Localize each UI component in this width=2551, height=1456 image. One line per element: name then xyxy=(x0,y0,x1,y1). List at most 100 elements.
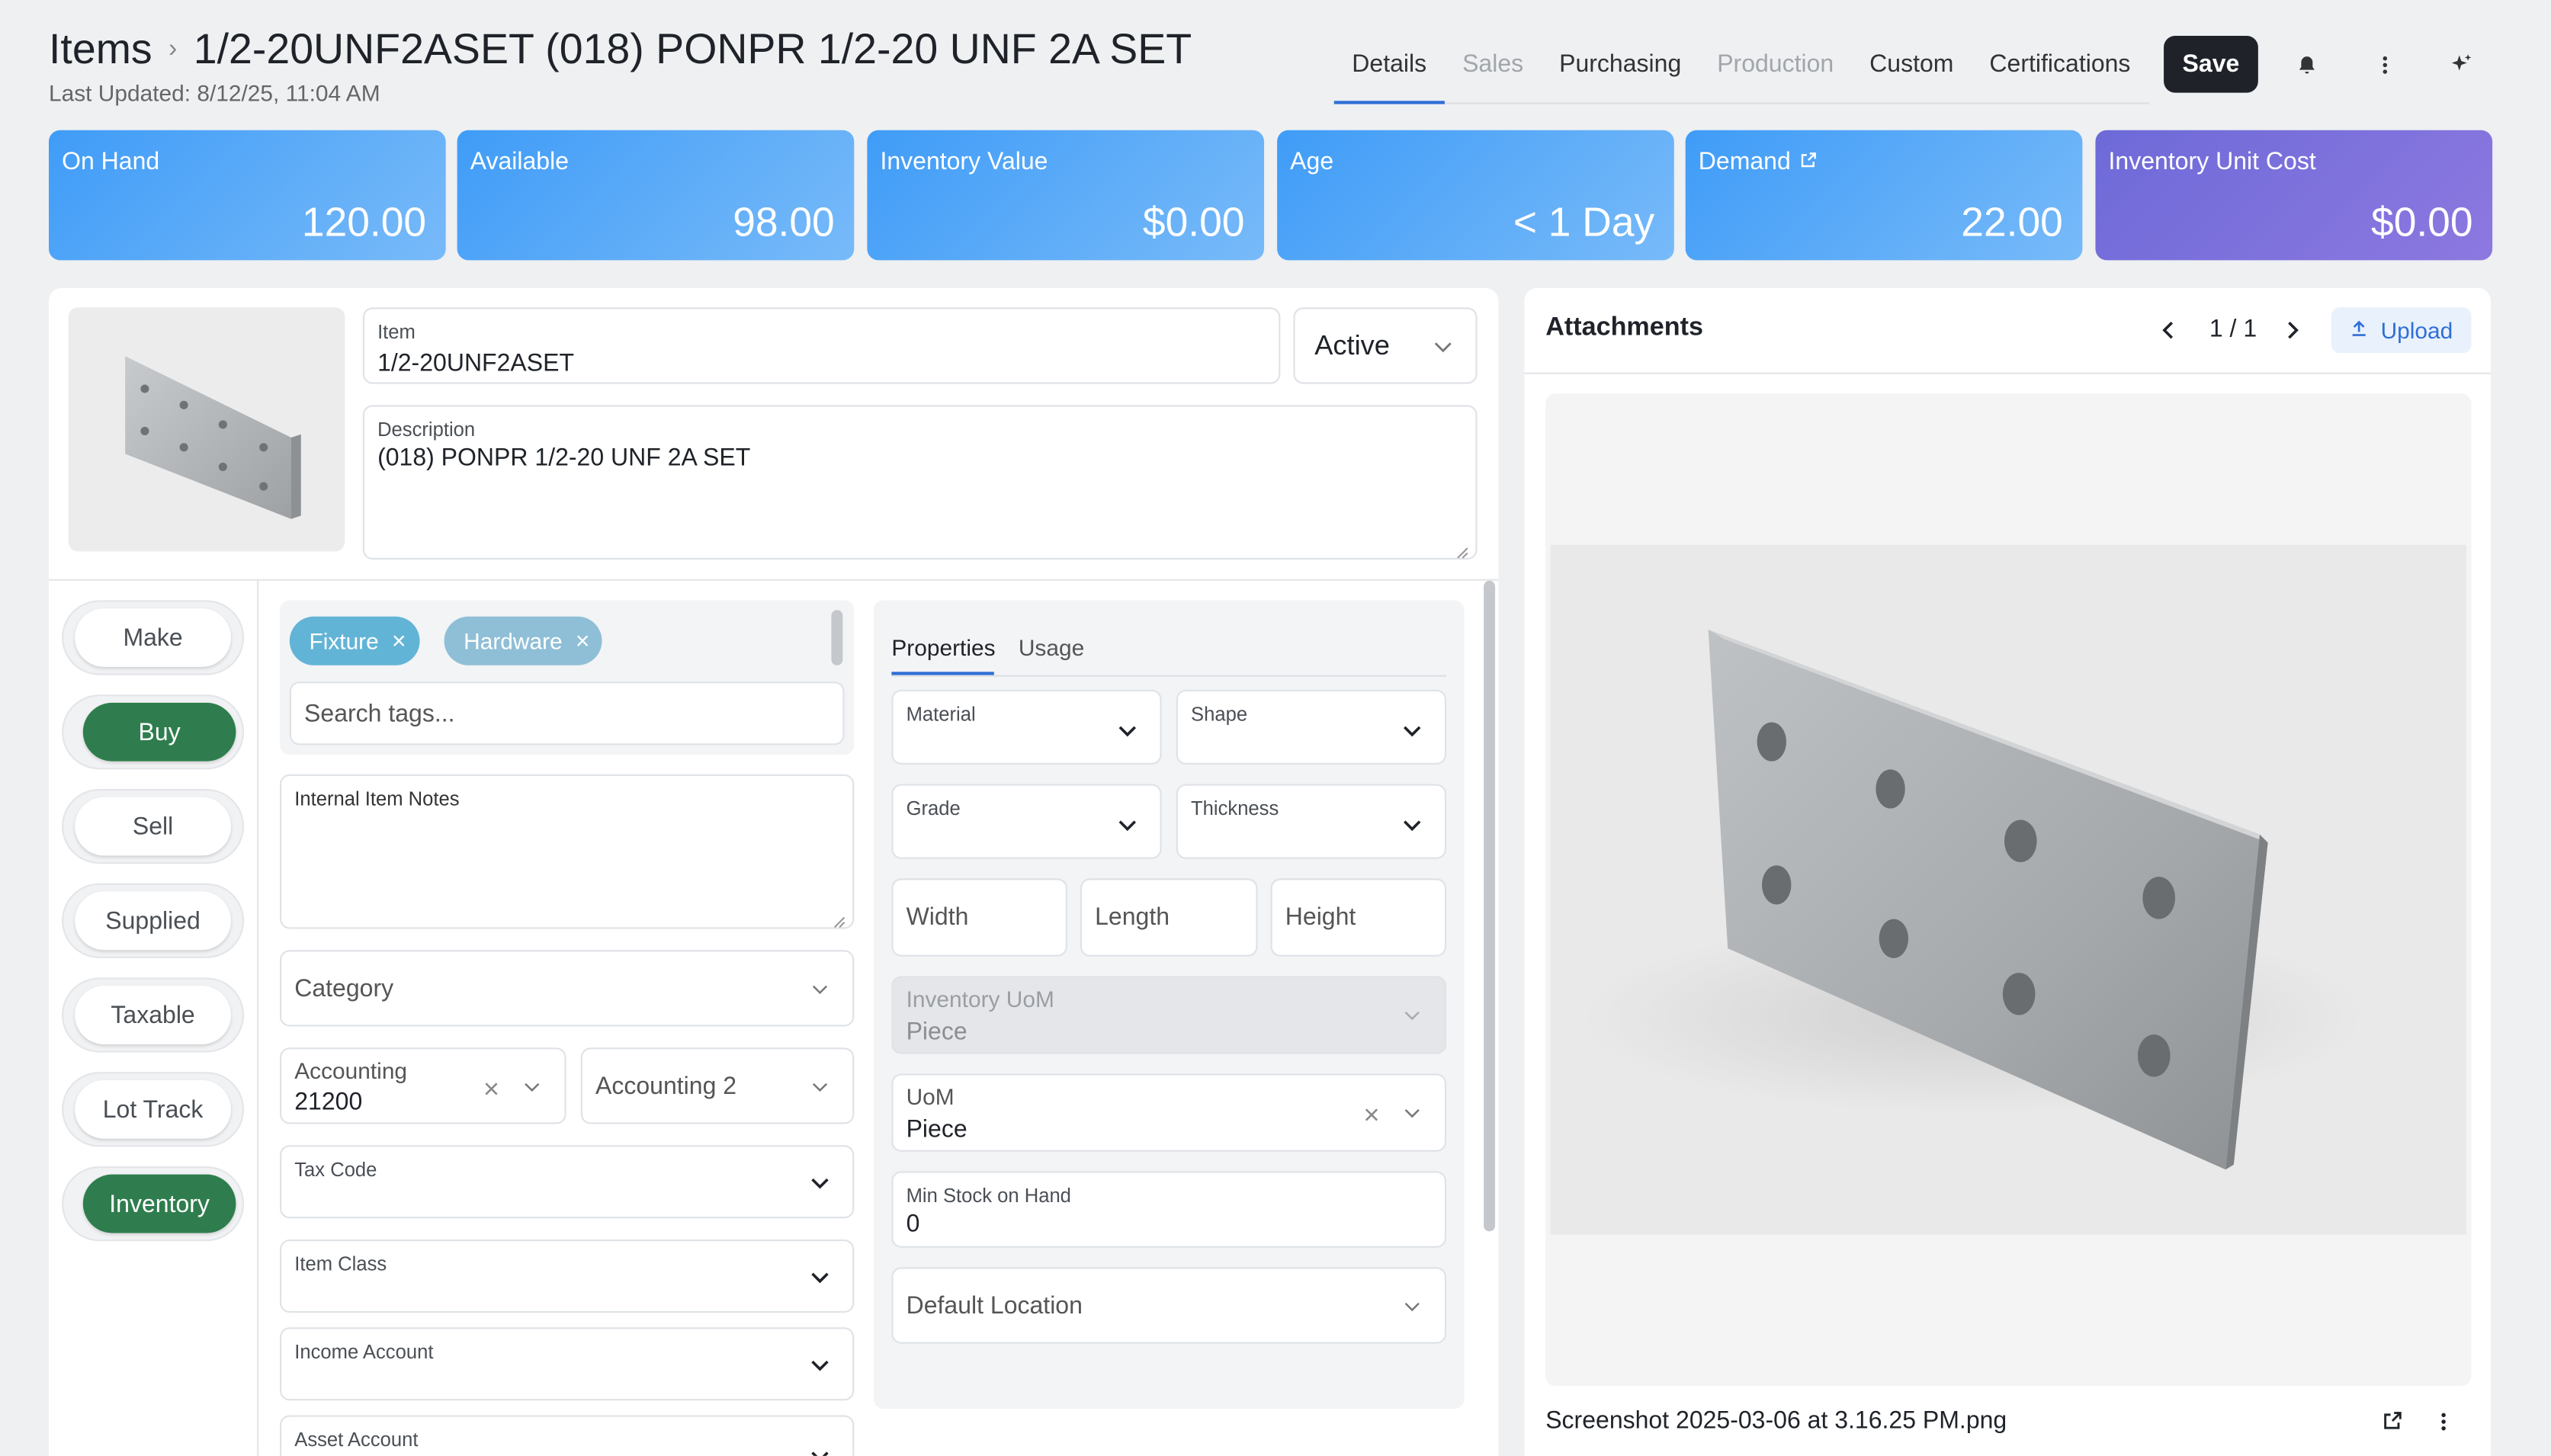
grade-select[interactable]: Grade xyxy=(891,784,1162,859)
breadcrumb-items-link[interactable]: Items xyxy=(49,24,152,75)
stat-label: Available xyxy=(470,148,570,176)
tag-label: Fixture xyxy=(309,627,379,654)
save-button[interactable]: Save xyxy=(2164,35,2258,93)
chevron-down-icon xyxy=(1115,812,1141,838)
status-select[interactable]: Active xyxy=(1293,307,1478,384)
uom-select[interactable]: UoM Piece × xyxy=(891,1073,1447,1152)
tab-purchasing[interactable]: Purchasing xyxy=(1542,36,1699,104)
item-thumbnail[interactable] xyxy=(68,307,345,552)
stat-value: 22.00 xyxy=(1961,200,2063,246)
chevron-down-icon xyxy=(807,1263,833,1289)
toggle-inventory[interactable]: Inventory xyxy=(62,1166,245,1242)
toggle-label: Taxable xyxy=(75,986,232,1044)
tag-search-input[interactable]: Search tags... xyxy=(289,681,845,746)
accounting-select[interactable]: Accounting 21200 × xyxy=(280,1047,566,1124)
internal-notes-field[interactable]: Internal Item Notes xyxy=(280,774,855,929)
min-stock-input[interactable]: Min Stock on Hand 0 xyxy=(891,1171,1447,1248)
toggle-label: Inventory xyxy=(82,1174,236,1233)
tab-production[interactable]: Production xyxy=(1699,36,1852,104)
tax-code-label: Tax Code xyxy=(294,1158,377,1182)
attachment-file-name: Screenshot 2025-03-06 at 3.16.25 PM.png xyxy=(1545,1406,2007,1435)
remove-tag-icon[interactable]: × xyxy=(392,627,406,655)
accounting-value: 21200 xyxy=(294,1088,363,1116)
item-id-value: 1/2-20UNF2ASET xyxy=(377,349,575,378)
more-vertical-icon[interactable] xyxy=(2369,49,2402,82)
category-placeholder: Category xyxy=(294,974,394,1002)
thickness-select[interactable]: Thickness xyxy=(1176,784,1447,859)
last-updated-text: Last Updated: 8/12/25, 11:04 AM xyxy=(49,79,380,106)
bell-icon[interactable] xyxy=(2291,49,2324,82)
tab-details[interactable]: Details xyxy=(1333,36,1445,104)
clear-icon[interactable]: × xyxy=(483,1073,499,1106)
remove-tag-icon[interactable]: × xyxy=(576,627,590,655)
resize-handle-icon[interactable] xyxy=(1456,538,1469,559)
toggle-label: Buy xyxy=(82,702,236,762)
chevron-right-icon[interactable] xyxy=(2280,317,2306,343)
length-input[interactable]: Length xyxy=(1080,878,1258,957)
tab-usage[interactable]: Usage xyxy=(1019,634,1084,660)
toggle-label: Sell xyxy=(75,797,232,856)
toggle-make[interactable]: Make xyxy=(62,600,245,675)
accounting-2-placeholder: Accounting 2 xyxy=(595,1072,737,1100)
clear-icon[interactable]: × xyxy=(1363,1100,1379,1133)
stat-label: Demand xyxy=(1699,148,1817,175)
tag-chip[interactable]: Hardware × xyxy=(444,616,603,665)
material-label: Material xyxy=(906,702,976,726)
tab-certifications[interactable]: Certifications xyxy=(1972,36,2148,104)
external-link-icon[interactable] xyxy=(1799,148,1816,175)
breadcrumb: Items › 1/2-20UNF2ASET (018) PONPR 1/2-2… xyxy=(49,24,1192,75)
stat-value: $0.00 xyxy=(2371,200,2473,246)
chevron-left-icon[interactable] xyxy=(2155,317,2181,343)
stat-label: On Hand xyxy=(62,148,160,176)
accounting-2-select[interactable]: Accounting 2 xyxy=(580,1047,855,1124)
default-location-select[interactable]: Default Location xyxy=(891,1267,1447,1344)
stat-label: Inventory Unit Cost xyxy=(2108,148,2316,176)
page-title: 1/2-20UNF2ASET (018) PONPR 1/2-20 UNF 2A… xyxy=(193,24,1192,74)
inventory-uom-select: Inventory UoM Piece xyxy=(891,976,1447,1054)
tax-code-select[interactable]: Tax Code xyxy=(280,1145,855,1219)
category-select[interactable]: Category xyxy=(280,950,855,1027)
toggle-taxable[interactable]: Taxable xyxy=(62,977,245,1053)
toggle-lot-track[interactable]: Lot Track xyxy=(62,1072,245,1147)
resize-handle-icon[interactable] xyxy=(833,908,846,928)
toggle-buy[interactable]: Buy xyxy=(62,694,245,770)
item-id-field[interactable]: Item 1/2-20UNF2ASET xyxy=(362,307,1281,384)
attachments-title: Attachments xyxy=(1545,313,1703,342)
toggle-sell[interactable]: Sell xyxy=(62,788,245,864)
thickness-label: Thickness xyxy=(1191,797,1279,820)
chevron-down-icon xyxy=(1399,717,1425,743)
tab-properties[interactable]: Properties xyxy=(891,634,995,660)
description-value: (018) PONPR 1/2-20 UNF 2A SET xyxy=(377,444,751,472)
chevron-down-icon xyxy=(519,1073,545,1098)
detail-tabs: Details Sales Purchasing Production Cust… xyxy=(1333,36,2148,104)
width-input[interactable]: Width xyxy=(891,878,1067,957)
upload-label: Upload xyxy=(2380,317,2453,344)
uom-value: Piece xyxy=(906,1115,967,1144)
tags-scrollbar[interactable] xyxy=(831,610,843,665)
attachment-preview[interactable] xyxy=(1545,393,2472,1387)
accounting-label: Accounting xyxy=(294,1057,408,1084)
description-field[interactable]: Description (018) PONPR 1/2-20 UNF 2A SE… xyxy=(362,405,1478,560)
tab-custom[interactable]: Custom xyxy=(1852,36,1972,104)
material-select[interactable]: Material xyxy=(891,689,1162,765)
shape-label: Shape xyxy=(1191,702,1248,726)
sparkles-icon[interactable] xyxy=(2445,49,2478,82)
more-vertical-icon[interactable] xyxy=(2432,1410,2455,1433)
upload-button[interactable]: Upload xyxy=(2331,307,2472,354)
length-placeholder: Length xyxy=(1095,903,1170,932)
divider xyxy=(1524,372,2492,374)
attachment-page-indicator: 1 / 1 xyxy=(2209,315,2257,344)
tag-chip[interactable]: Fixture × xyxy=(289,616,419,665)
divider xyxy=(49,579,1499,581)
stat-card-demand[interactable]: Demand 22.00 xyxy=(1685,130,2083,261)
height-input[interactable]: Height xyxy=(1270,878,1447,957)
shape-select[interactable]: Shape xyxy=(1176,689,1447,765)
open-external-icon[interactable] xyxy=(2382,1410,2405,1433)
chevron-down-icon xyxy=(1399,1100,1425,1126)
income-account-select[interactable]: Income Account xyxy=(280,1327,855,1401)
panel-scrollbar[interactable] xyxy=(1484,580,1496,1232)
asset-account-select[interactable]: Asset Account xyxy=(280,1415,855,1456)
toggle-supplied[interactable]: Supplied xyxy=(62,883,245,958)
tab-sales[interactable]: Sales xyxy=(1445,36,1542,104)
item-class-select[interactable]: Item Class xyxy=(280,1240,855,1313)
